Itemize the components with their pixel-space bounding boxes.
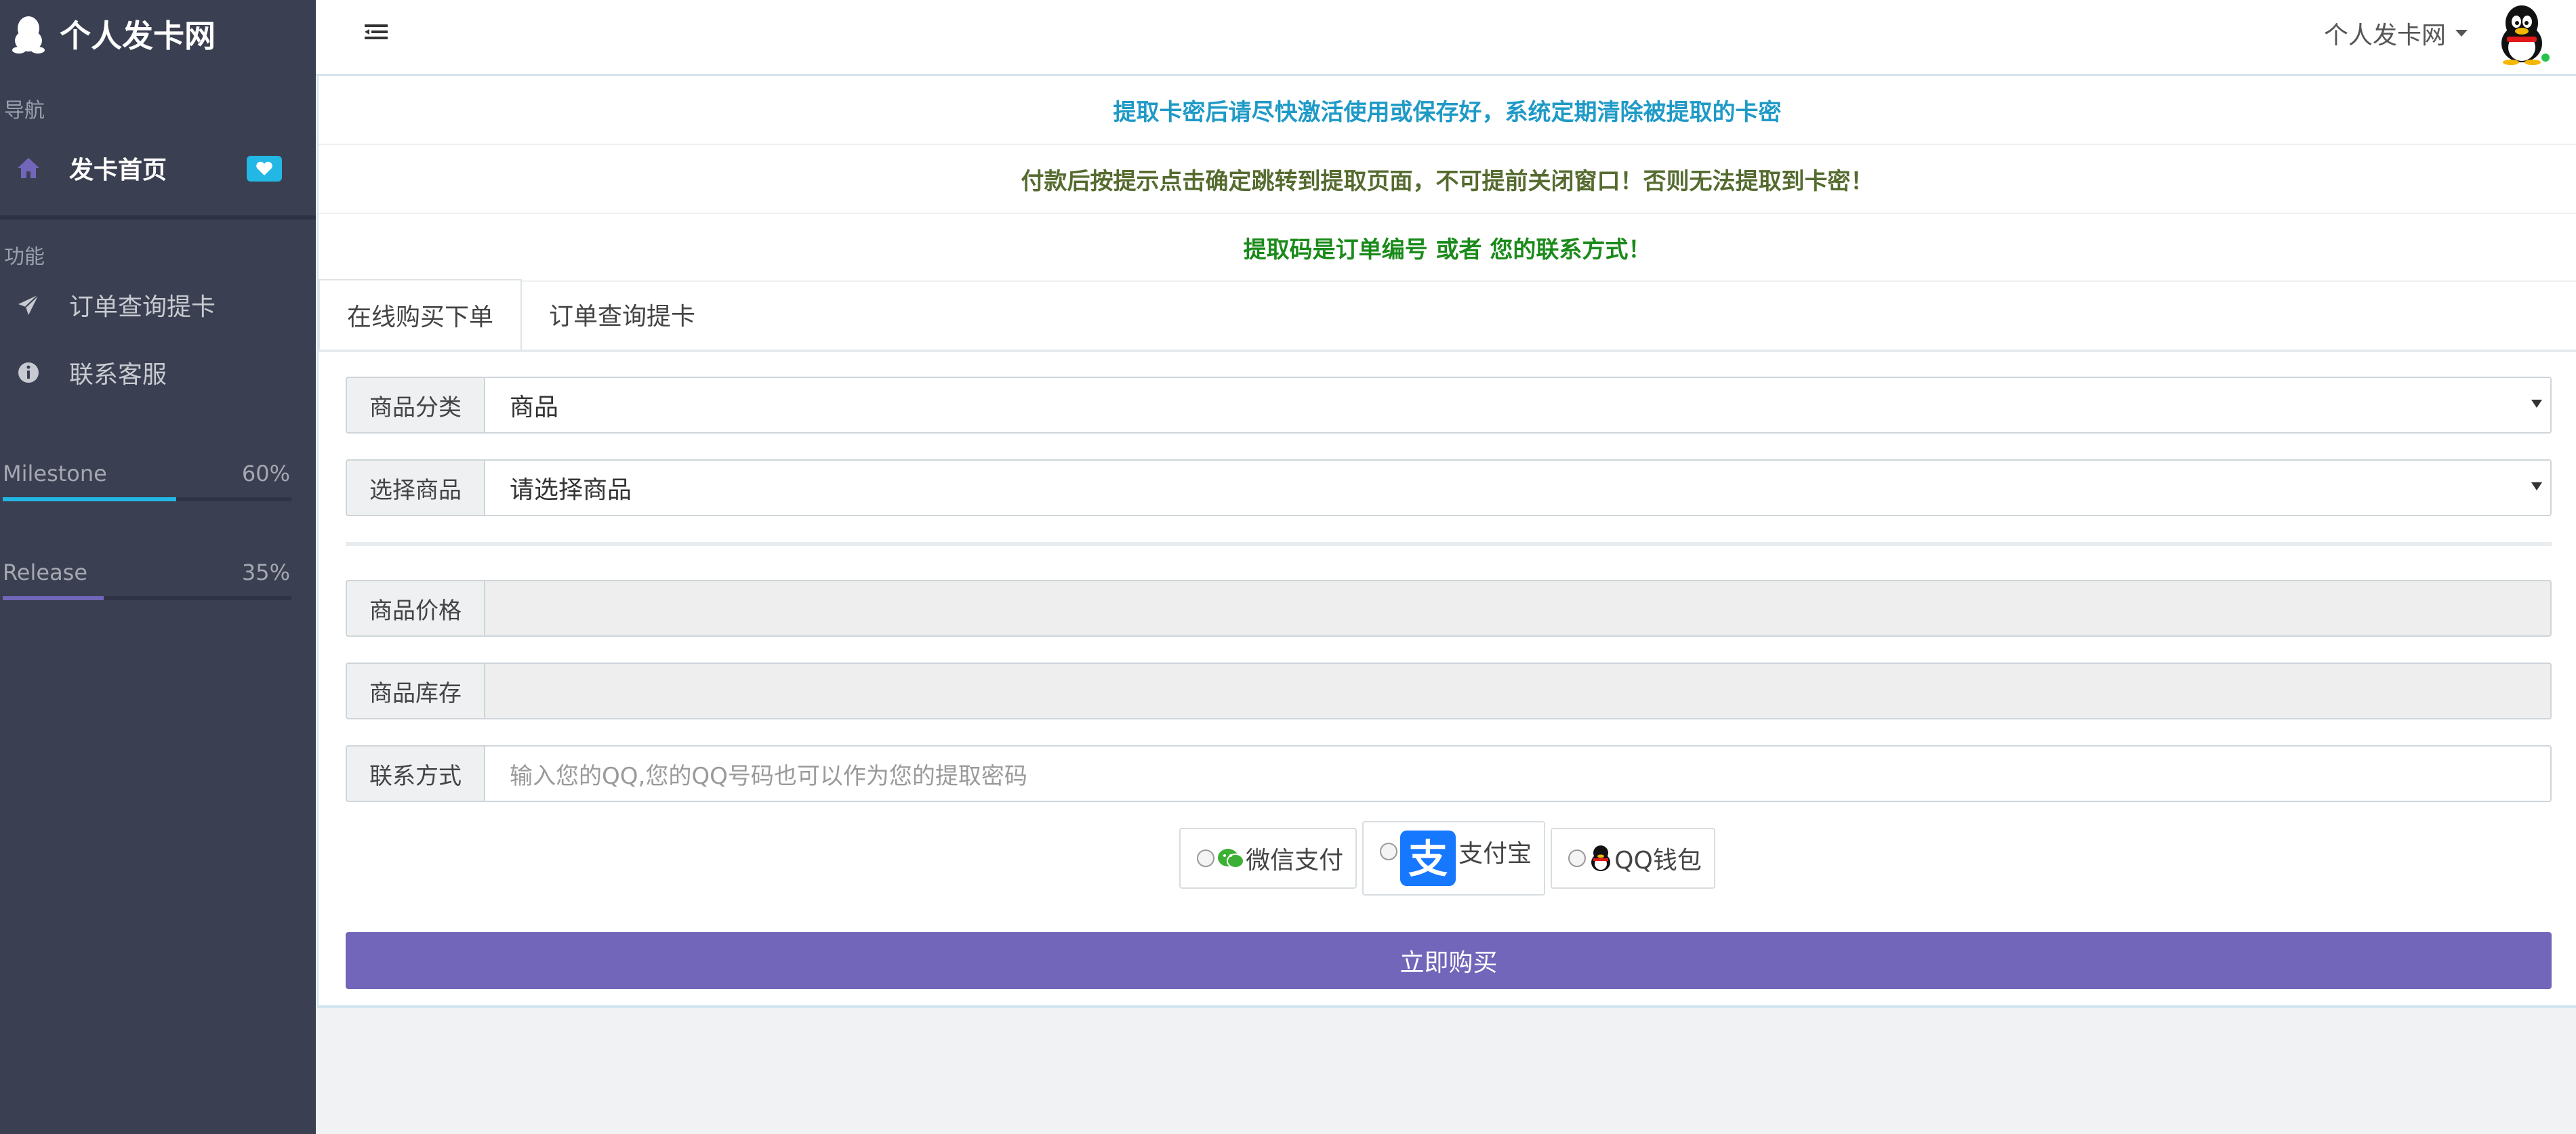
func-header: 功能: [4, 245, 45, 269]
category-row: 商品分类 商品: [346, 377, 2552, 434]
pay-option-wechat[interactable]: 微信支付: [1179, 828, 1357, 889]
qq-penguin-logo-icon: [9, 14, 47, 54]
pay-option-qq[interactable]: QQ钱包: [1551, 828, 1715, 889]
sidebar-item-label: 订单查询提卡: [69, 293, 216, 321]
price-row: 商品价格: [346, 580, 2552, 637]
sidebar-item-label: 联系客服: [69, 361, 167, 389]
contact-row: 联系方式 输入您的QQ,您的QQ号码也可以作为您的提取密码: [346, 745, 2552, 802]
contact-label: 联系方式: [346, 745, 484, 802]
sidebar-item-support[interactable]: 联系客服: [0, 339, 316, 406]
tab-buy-online[interactable]: 在线购买下单: [319, 279, 523, 350]
qq-wallet-label: QQ钱包: [1614, 847, 1702, 875]
alipay-icon: 支: [1400, 831, 1456, 886]
site-dropdown-label: 个人发卡网: [2323, 22, 2446, 49]
sidebar: 个人发卡网 导航 发卡首页 功能 订单查询提卡 联系客服 Milestone 6…: [0, 0, 316, 1134]
progress-fill: [3, 497, 176, 501]
nav-header: 导航: [4, 99, 45, 123]
top-header: 个人发卡网: [316, 0, 2576, 76]
progress-label: Release: [3, 560, 88, 585]
progress-label: Milestone: [3, 461, 107, 486]
caret-down-icon: [2455, 30, 2468, 37]
home-icon: [15, 154, 42, 182]
category-select[interactable]: 商品: [484, 377, 2552, 434]
info-icon: [15, 359, 42, 386]
send-icon: [15, 291, 42, 318]
buy-now-button[interactable]: 立即购买: [346, 932, 2552, 989]
form-divider: [346, 542, 2552, 546]
progress-track: [3, 497, 291, 501]
site-dropdown[interactable]: 个人发卡网: [2324, 16, 2468, 50]
price-field: [484, 580, 2552, 637]
notice-1: 提取卡密后请尽快激活使用或保存好，系统定期清除被提取的卡密: [319, 76, 2576, 145]
select-arrow-icon: [2531, 482, 2542, 490]
alipay-label: 支付宝: [1458, 840, 1532, 868]
sidebar-divider: [0, 215, 316, 219]
brand[interactable]: 个人发卡网: [0, 0, 316, 68]
wechat-radio[interactable]: [1197, 849, 1215, 867]
sidebar-item-order-query[interactable]: 订单查询提卡: [0, 271, 316, 339]
progress-percent: 35%: [241, 560, 290, 585]
menu-toggle-icon[interactable]: [365, 20, 392, 43]
notice-3: 提取码是订单编号 或者 您的联系方式！: [319, 214, 2576, 282]
tab-order-query[interactable]: 订单查询提卡: [522, 279, 722, 350]
progress-release: Release 35%: [0, 545, 316, 600]
tab-bar: 在线购买下单 订单查询提卡: [319, 279, 2576, 352]
notice-2: 付款后按提示点击确定跳转到提取页面，不可提前关闭窗口！否则无法提取到卡密！: [319, 145, 2576, 214]
progress-track: [3, 596, 291, 600]
product-label: 选择商品: [346, 459, 484, 516]
qq-wallet-icon: [1589, 845, 1613, 872]
contact-input[interactable]: 输入您的QQ,您的QQ号码也可以作为您的提取密码: [484, 745, 2552, 802]
sidebar-item-home[interactable]: 发卡首页: [0, 134, 316, 202]
progress-milestone: Milestone 60%: [0, 446, 316, 501]
product-select[interactable]: 请选择商品: [484, 459, 2552, 516]
category-label: 商品分类: [346, 377, 484, 434]
heart-icon: [247, 156, 282, 182]
stock-row: 商品库存: [346, 663, 2552, 719]
payment-options: 微信支付 支 支付宝 QQ钱包: [319, 821, 2576, 896]
product-select-value: 请选择商品: [510, 476, 632, 504]
price-label: 商品价格: [346, 580, 484, 637]
category-select-value: 商品: [510, 394, 559, 421]
stock-field: [484, 663, 2552, 719]
svg-text:支: 支: [1408, 836, 1448, 882]
sidebar-item-label: 发卡首页: [69, 156, 167, 184]
qq-radio[interactable]: [1568, 849, 1587, 867]
progress-percent: 60%: [241, 461, 290, 486]
online-status-dot: [2539, 51, 2552, 64]
progress-fill: [3, 596, 104, 600]
wechat-icon: [1217, 847, 1245, 870]
pay-option-alipay[interactable]: 支 支付宝: [1362, 821, 1546, 896]
product-row: 选择商品 请选择商品: [346, 459, 2552, 516]
main-panel: 提取卡密后请尽快激活使用或保存好，系统定期清除被提取的卡密 付款后按提示点击确定…: [317, 76, 2576, 1008]
stock-label: 商品库存: [346, 663, 484, 719]
wechat-label: 微信支付: [1246, 847, 1344, 875]
brand-title: 个人发卡网: [60, 18, 216, 54]
select-arrow-icon: [2531, 400, 2542, 408]
alipay-radio[interactable]: [1380, 843, 1398, 860]
